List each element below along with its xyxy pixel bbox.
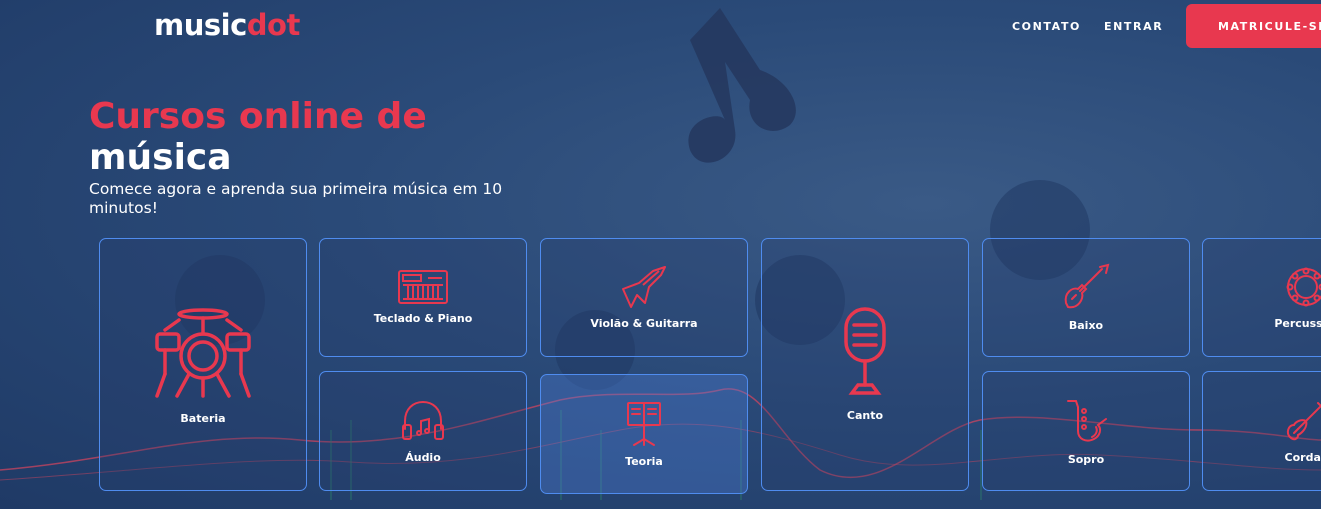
headphones-icon	[402, 400, 444, 440]
course-card-violao[interactable]: Violão & Guitarra	[540, 238, 748, 357]
course-label: Percussão	[1274, 317, 1321, 330]
course-label: Bateria	[180, 412, 226, 425]
course-card-percussao[interactable]: Percussão	[1202, 238, 1321, 357]
course-label: Violão & Guitarra	[590, 317, 698, 330]
nav-contact-link[interactable]: CONTATO	[1012, 20, 1081, 33]
keyboard-icon	[398, 270, 448, 304]
course-card-canto[interactable]: Canto	[761, 238, 969, 491]
music-stand-icon	[627, 401, 661, 446]
logo[interactable]: musicdot	[154, 8, 300, 42]
guitar-icon	[622, 266, 666, 308]
course-label: Baixo	[1068, 319, 1104, 332]
course-label: Cordas	[1284, 450, 1321, 464]
course-label: Canto	[846, 409, 884, 422]
course-card-audio[interactable]: Áudio	[319, 371, 527, 491]
course-label: Teclado & Piano	[373, 312, 473, 325]
course-label: Áudio	[405, 450, 441, 464]
hero-title: Cursos online de música	[89, 96, 427, 178]
course-card-teoria[interactable]: Teoria	[540, 374, 748, 494]
course-card-bateria[interactable]: Bateria	[99, 238, 307, 491]
saxophone-icon	[1067, 399, 1107, 442]
violin-icon	[1286, 401, 1321, 440]
course-card-teclado[interactable]: Teclado & Piano	[319, 238, 527, 357]
enroll-button[interactable]: MATRICULE-SE	[1186, 4, 1321, 48]
hero-title-line1: Cursos online de	[89, 96, 427, 137]
hero-subtitle: Comece agora e aprenda sua primeira músi…	[89, 180, 503, 217]
course-card-sopro[interactable]: Sopro	[982, 371, 1190, 491]
course-card-cordas[interactable]: Cordas	[1202, 371, 1321, 491]
drums-icon	[155, 308, 251, 398]
nav-login-link[interactable]: ENTRAR	[1104, 20, 1163, 33]
top-navbar: musicdot CONTATO ENTRAR MATRICULE-SE	[0, 0, 1321, 52]
hero-title-line2: música	[89, 137, 232, 178]
logo-accent-text: dot	[246, 8, 301, 42]
course-label: Teoria	[625, 454, 663, 468]
course-label: Sopro	[1067, 452, 1105, 466]
page: musicdot CONTATO ENTRAR MATRICULE-SE Cur…	[0, 0, 1321, 509]
microphone-icon	[844, 307, 886, 395]
logo-text: music	[154, 8, 247, 42]
bass-icon	[1064, 263, 1110, 309]
tambourine-icon	[1286, 267, 1321, 307]
course-card-baixo[interactable]: Baixo	[982, 238, 1190, 357]
